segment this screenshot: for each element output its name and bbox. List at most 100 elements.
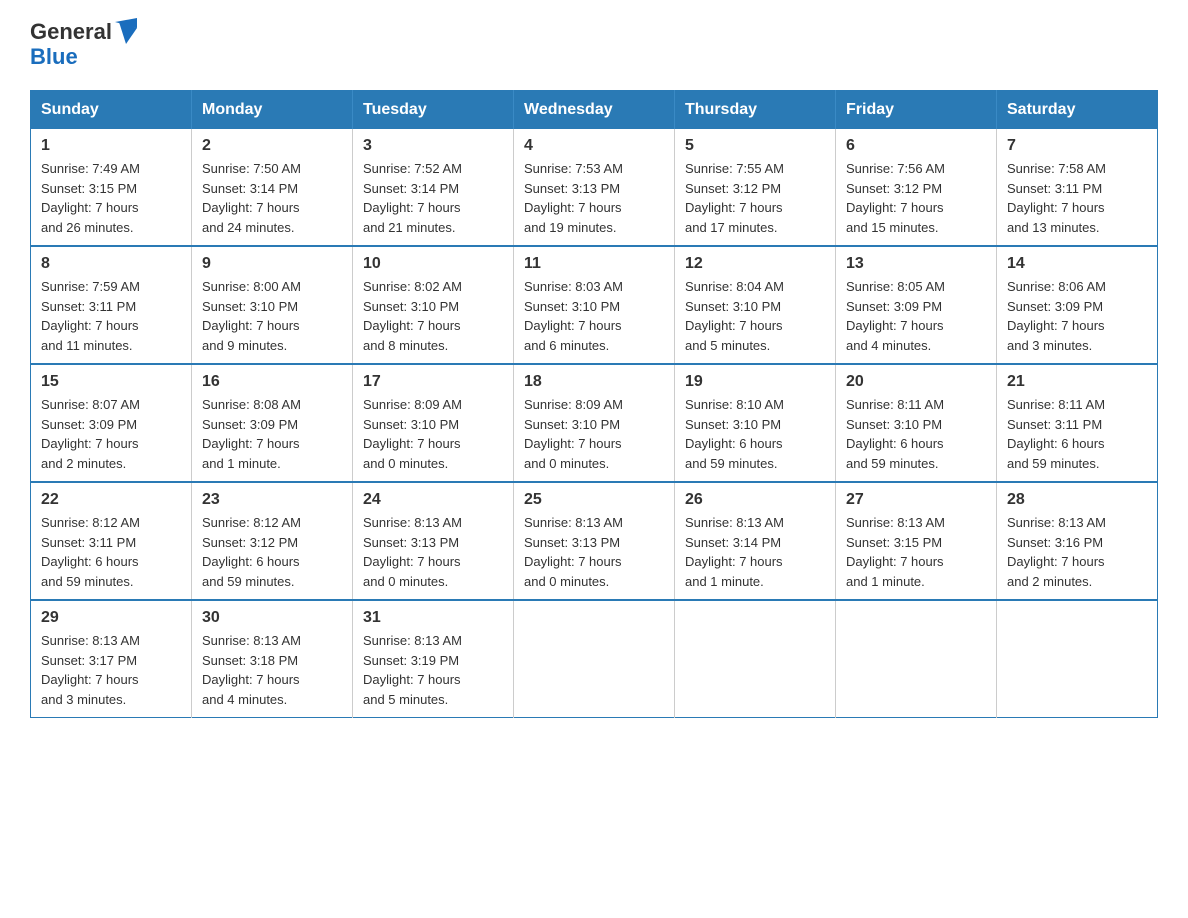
day-number: 19 — [685, 373, 825, 391]
day-cell — [997, 600, 1158, 718]
day-cell: 7 Sunrise: 7:58 AMSunset: 3:11 PMDayligh… — [997, 129, 1158, 246]
day-info: Sunrise: 8:12 AMSunset: 3:12 PMDaylight:… — [202, 515, 301, 589]
day-info: Sunrise: 7:56 AMSunset: 3:12 PMDaylight:… — [846, 161, 945, 235]
header-monday: Monday — [192, 91, 353, 130]
day-number: 5 — [685, 137, 825, 155]
day-info: Sunrise: 8:04 AMSunset: 3:10 PMDaylight:… — [685, 279, 784, 353]
day-cell: 8 Sunrise: 7:59 AMSunset: 3:11 PMDayligh… — [31, 246, 192, 364]
day-number: 15 — [41, 373, 181, 391]
day-cell — [836, 600, 997, 718]
day-info: Sunrise: 8:13 AMSunset: 3:13 PMDaylight:… — [524, 515, 623, 589]
day-cell — [514, 600, 675, 718]
day-number: 16 — [202, 373, 342, 391]
day-cell: 30 Sunrise: 8:13 AMSunset: 3:18 PMDaylig… — [192, 600, 353, 718]
day-info: Sunrise: 8:13 AMSunset: 3:18 PMDaylight:… — [202, 633, 301, 707]
day-info: Sunrise: 8:13 AMSunset: 3:14 PMDaylight:… — [685, 515, 784, 589]
day-number: 2 — [202, 137, 342, 155]
day-cell: 11 Sunrise: 8:03 AMSunset: 3:10 PMDaylig… — [514, 246, 675, 364]
day-cell: 16 Sunrise: 8:08 AMSunset: 3:09 PMDaylig… — [192, 364, 353, 482]
day-number: 31 — [363, 609, 503, 627]
day-number: 14 — [1007, 255, 1147, 273]
day-number: 3 — [363, 137, 503, 155]
day-cell: 20 Sunrise: 8:11 AMSunset: 3:10 PMDaylig… — [836, 364, 997, 482]
day-info: Sunrise: 8:03 AMSunset: 3:10 PMDaylight:… — [524, 279, 623, 353]
day-number: 25 — [524, 491, 664, 509]
header-friday: Friday — [836, 91, 997, 130]
day-cell: 18 Sunrise: 8:09 AMSunset: 3:10 PMDaylig… — [514, 364, 675, 482]
calendar-table: SundayMondayTuesdayWednesdayThursdayFrid… — [30, 90, 1158, 718]
day-number: 29 — [41, 609, 181, 627]
day-number: 11 — [524, 255, 664, 273]
calendar-body: 1 Sunrise: 7:49 AMSunset: 3:15 PMDayligh… — [31, 129, 1158, 718]
day-info: Sunrise: 8:02 AMSunset: 3:10 PMDaylight:… — [363, 279, 462, 353]
day-info: Sunrise: 7:59 AMSunset: 3:11 PMDaylight:… — [41, 279, 140, 353]
day-info: Sunrise: 8:09 AMSunset: 3:10 PMDaylight:… — [524, 397, 623, 471]
header-saturday: Saturday — [997, 91, 1158, 130]
day-number: 30 — [202, 609, 342, 627]
logo: General Blue — [30, 20, 137, 70]
day-cell: 5 Sunrise: 7:55 AMSunset: 3:12 PMDayligh… — [675, 129, 836, 246]
day-info: Sunrise: 8:05 AMSunset: 3:09 PMDaylight:… — [846, 279, 945, 353]
day-cell: 26 Sunrise: 8:13 AMSunset: 3:14 PMDaylig… — [675, 482, 836, 600]
day-info: Sunrise: 7:58 AMSunset: 3:11 PMDaylight:… — [1007, 161, 1106, 235]
logo-text-blue: Blue — [30, 44, 137, 70]
day-info: Sunrise: 7:53 AMSunset: 3:13 PMDaylight:… — [524, 161, 623, 235]
day-number: 26 — [685, 491, 825, 509]
day-cell — [675, 600, 836, 718]
day-number: 17 — [363, 373, 503, 391]
day-cell: 12 Sunrise: 8:04 AMSunset: 3:10 PMDaylig… — [675, 246, 836, 364]
day-number: 24 — [363, 491, 503, 509]
day-cell: 14 Sunrise: 8:06 AMSunset: 3:09 PMDaylig… — [997, 246, 1158, 364]
day-cell: 24 Sunrise: 8:13 AMSunset: 3:13 PMDaylig… — [353, 482, 514, 600]
day-number: 20 — [846, 373, 986, 391]
day-info: Sunrise: 8:10 AMSunset: 3:10 PMDaylight:… — [685, 397, 784, 471]
day-info: Sunrise: 8:11 AMSunset: 3:11 PMDaylight:… — [1007, 397, 1105, 471]
header-thursday: Thursday — [675, 91, 836, 130]
day-number: 4 — [524, 137, 664, 155]
day-cell: 9 Sunrise: 8:00 AMSunset: 3:10 PMDayligh… — [192, 246, 353, 364]
page-header: General Blue — [30, 20, 1158, 70]
day-info: Sunrise: 8:13 AMSunset: 3:16 PMDaylight:… — [1007, 515, 1106, 589]
week-row-5: 29 Sunrise: 8:13 AMSunset: 3:17 PMDaylig… — [31, 600, 1158, 718]
day-info: Sunrise: 8:13 AMSunset: 3:13 PMDaylight:… — [363, 515, 462, 589]
day-info: Sunrise: 8:13 AMSunset: 3:19 PMDaylight:… — [363, 633, 462, 707]
day-cell: 1 Sunrise: 7:49 AMSunset: 3:15 PMDayligh… — [31, 129, 192, 246]
day-number: 23 — [202, 491, 342, 509]
header-tuesday: Tuesday — [353, 91, 514, 130]
day-cell: 17 Sunrise: 8:09 AMSunset: 3:10 PMDaylig… — [353, 364, 514, 482]
day-info: Sunrise: 8:13 AMSunset: 3:15 PMDaylight:… — [846, 515, 945, 589]
day-number: 8 — [41, 255, 181, 273]
day-cell: 4 Sunrise: 7:53 AMSunset: 3:13 PMDayligh… — [514, 129, 675, 246]
day-cell: 31 Sunrise: 8:13 AMSunset: 3:19 PMDaylig… — [353, 600, 514, 718]
day-number: 10 — [363, 255, 503, 273]
day-info: Sunrise: 8:13 AMSunset: 3:17 PMDaylight:… — [41, 633, 140, 707]
day-info: Sunrise: 8:11 AMSunset: 3:10 PMDaylight:… — [846, 397, 944, 471]
day-number: 12 — [685, 255, 825, 273]
week-row-2: 8 Sunrise: 7:59 AMSunset: 3:11 PMDayligh… — [31, 246, 1158, 364]
day-number: 13 — [846, 255, 986, 273]
week-row-4: 22 Sunrise: 8:12 AMSunset: 3:11 PMDaylig… — [31, 482, 1158, 600]
day-info: Sunrise: 8:08 AMSunset: 3:09 PMDaylight:… — [202, 397, 301, 471]
day-info: Sunrise: 7:55 AMSunset: 3:12 PMDaylight:… — [685, 161, 784, 235]
day-info: Sunrise: 8:06 AMSunset: 3:09 PMDaylight:… — [1007, 279, 1106, 353]
day-cell: 25 Sunrise: 8:13 AMSunset: 3:13 PMDaylig… — [514, 482, 675, 600]
day-cell: 23 Sunrise: 8:12 AMSunset: 3:12 PMDaylig… — [192, 482, 353, 600]
day-info: Sunrise: 7:52 AMSunset: 3:14 PMDaylight:… — [363, 161, 462, 235]
day-number: 6 — [846, 137, 986, 155]
day-cell: 19 Sunrise: 8:10 AMSunset: 3:10 PMDaylig… — [675, 364, 836, 482]
day-info: Sunrise: 7:50 AMSunset: 3:14 PMDaylight:… — [202, 161, 301, 235]
day-info: Sunrise: 7:49 AMSunset: 3:15 PMDaylight:… — [41, 161, 140, 235]
day-cell: 10 Sunrise: 8:02 AMSunset: 3:10 PMDaylig… — [353, 246, 514, 364]
day-cell: 15 Sunrise: 8:07 AMSunset: 3:09 PMDaylig… — [31, 364, 192, 482]
header-sunday: Sunday — [31, 91, 192, 130]
day-info: Sunrise: 8:09 AMSunset: 3:10 PMDaylight:… — [363, 397, 462, 471]
day-cell: 22 Sunrise: 8:12 AMSunset: 3:11 PMDaylig… — [31, 482, 192, 600]
day-cell: 28 Sunrise: 8:13 AMSunset: 3:16 PMDaylig… — [997, 482, 1158, 600]
day-info: Sunrise: 8:12 AMSunset: 3:11 PMDaylight:… — [41, 515, 140, 589]
day-number: 22 — [41, 491, 181, 509]
logo-combined: General Blue — [30, 20, 137, 70]
day-cell: 3 Sunrise: 7:52 AMSunset: 3:14 PMDayligh… — [353, 129, 514, 246]
day-info: Sunrise: 8:00 AMSunset: 3:10 PMDaylight:… — [202, 279, 301, 353]
day-number: 28 — [1007, 491, 1147, 509]
calendar-header: SundayMondayTuesdayWednesdayThursdayFrid… — [31, 91, 1158, 130]
